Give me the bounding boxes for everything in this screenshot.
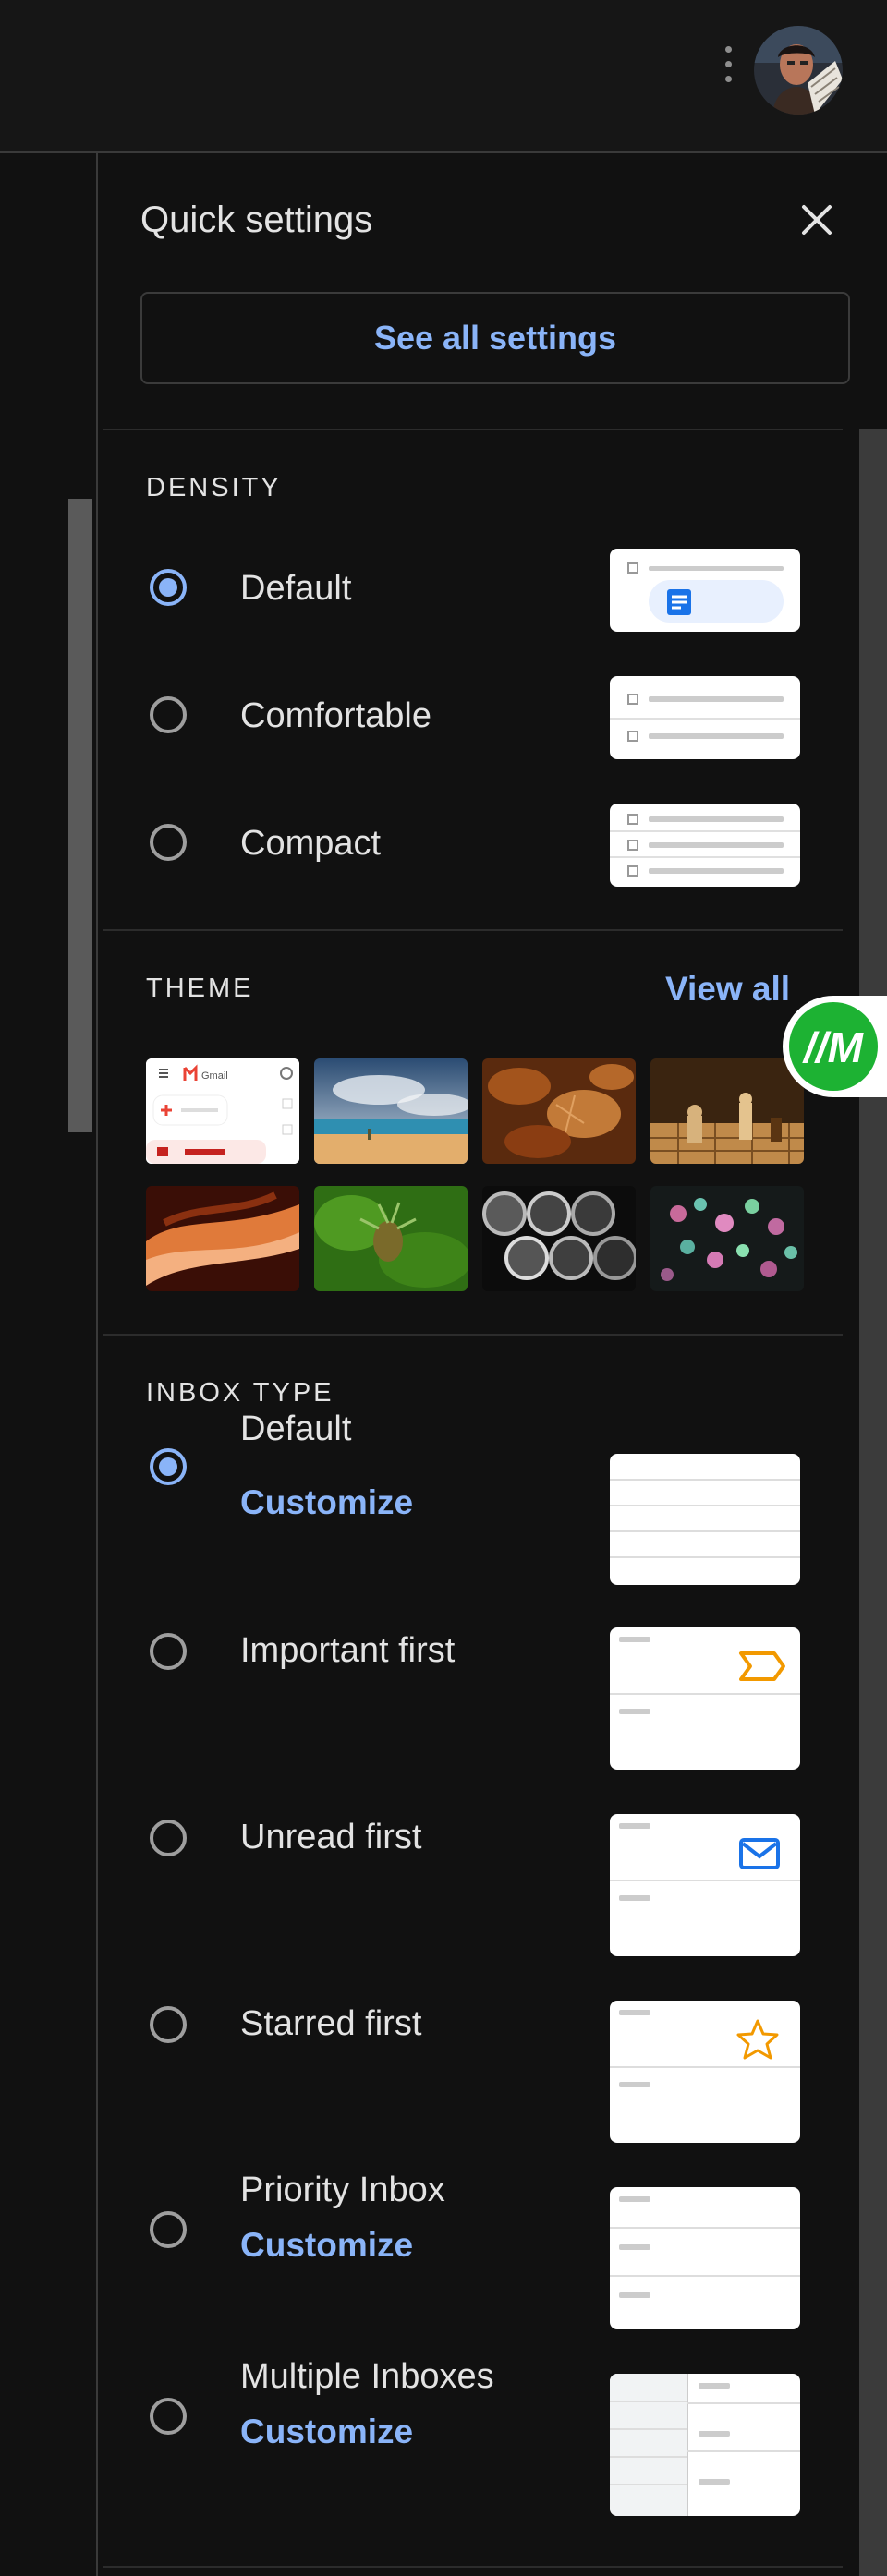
- inbox-priority-customize-link[interactable]: Customize: [240, 2226, 413, 2265]
- divider: [103, 929, 843, 931]
- badge-text: //M: [802, 1023, 865, 1071]
- density-comfortable-preview: [610, 676, 800, 759]
- top-bar: [0, 0, 887, 153]
- left-scrollbar[interactable]: [68, 499, 92, 1132]
- inbox-default-preview: [610, 1454, 800, 1585]
- theme-pipes[interactable]: [482, 1186, 636, 1291]
- inbox-important-first-radio[interactable]: [146, 1629, 190, 1674]
- density-comfortable-label: Comfortable: [240, 696, 431, 735]
- inbox-unread-first-label: Unread first: [240, 1818, 422, 1856]
- inbox-default-radio[interactable]: [146, 1445, 190, 1489]
- density-compact-preview: [610, 804, 800, 887]
- density-compact-radio[interactable]: [146, 820, 190, 865]
- inbox-priority-label: Priority Inbox: [240, 2171, 445, 2209]
- panel-title: Quick settings: [140, 200, 373, 240]
- inbox-starred-first-radio[interactable]: [146, 2002, 190, 2047]
- inbox-unread-first-preview: [610, 1814, 800, 1956]
- important-marker-icon: [739, 1651, 785, 1681]
- theme-canyon[interactable]: [146, 1186, 299, 1291]
- star-icon: [736, 2019, 779, 2060]
- inbox-important-first-preview: [610, 1627, 800, 1770]
- divider: [103, 429, 843, 430]
- quick-settings-panel: Quick settings See all settings DENSITY …: [98, 153, 887, 2576]
- inbox-multiple-preview: [610, 2374, 800, 2516]
- density-comfortable-radio[interactable]: [146, 693, 190, 737]
- close-icon[interactable]: [796, 200, 837, 240]
- inbox-multiple-customize-link[interactable]: Customize: [240, 2413, 413, 2451]
- theme-beach[interactable]: [314, 1058, 468, 1164]
- density-default-preview: [610, 549, 800, 632]
- inbox-starred-first-preview: [610, 2001, 800, 2143]
- view-all-themes-link[interactable]: View all: [665, 970, 790, 1009]
- inbox-priority-preview: [610, 2187, 800, 2329]
- avatar[interactable]: [754, 26, 843, 115]
- theme-heading: THEME: [146, 974, 254, 1003]
- density-compact-label: Compact: [240, 824, 382, 863]
- inbox-unread-first-radio-btn[interactable]: [146, 1816, 190, 1860]
- panel-scrollbar[interactable]: [859, 429, 887, 2576]
- extension-badge-icon[interactable]: //M: [780, 994, 887, 1099]
- divider: [103, 2566, 843, 2568]
- inbox-default-customize-link[interactable]: Customize: [240, 1483, 413, 1522]
- theme-green-plant[interactable]: [314, 1186, 468, 1291]
- left-scroll-track: [0, 153, 98, 2576]
- inbox-multiple-radio[interactable]: [146, 2394, 190, 2438]
- density-default-radio[interactable]: [146, 565, 190, 610]
- divider: [103, 1334, 843, 1336]
- density-default-label: Default: [240, 569, 352, 608]
- inbox-default-label: Default: [240, 1409, 352, 1448]
- inbox-important-first-label: Important first: [240, 1631, 456, 1670]
- inbox-multiple-label: Multiple Inboxes: [240, 2357, 494, 2396]
- inbox-priority-radio[interactable]: [146, 2207, 190, 2252]
- see-all-settings-button[interactable]: See all settings: [140, 292, 850, 384]
- envelope-icon: [739, 1838, 780, 1869]
- theme-autumn-leaves[interactable]: [482, 1058, 636, 1164]
- inbox-type-heading: INBOX TYPE: [146, 1378, 334, 1408]
- theme-default[interactable]: Gmail: [146, 1058, 299, 1164]
- inbox-starred-first-label: Starred first: [240, 2004, 422, 2043]
- gmail-wordmark: Gmail: [201, 1070, 228, 1082]
- density-heading: DENSITY: [146, 473, 282, 502]
- more-options-icon[interactable]: [717, 46, 739, 91]
- theme-bokeh-lights[interactable]: [650, 1186, 804, 1291]
